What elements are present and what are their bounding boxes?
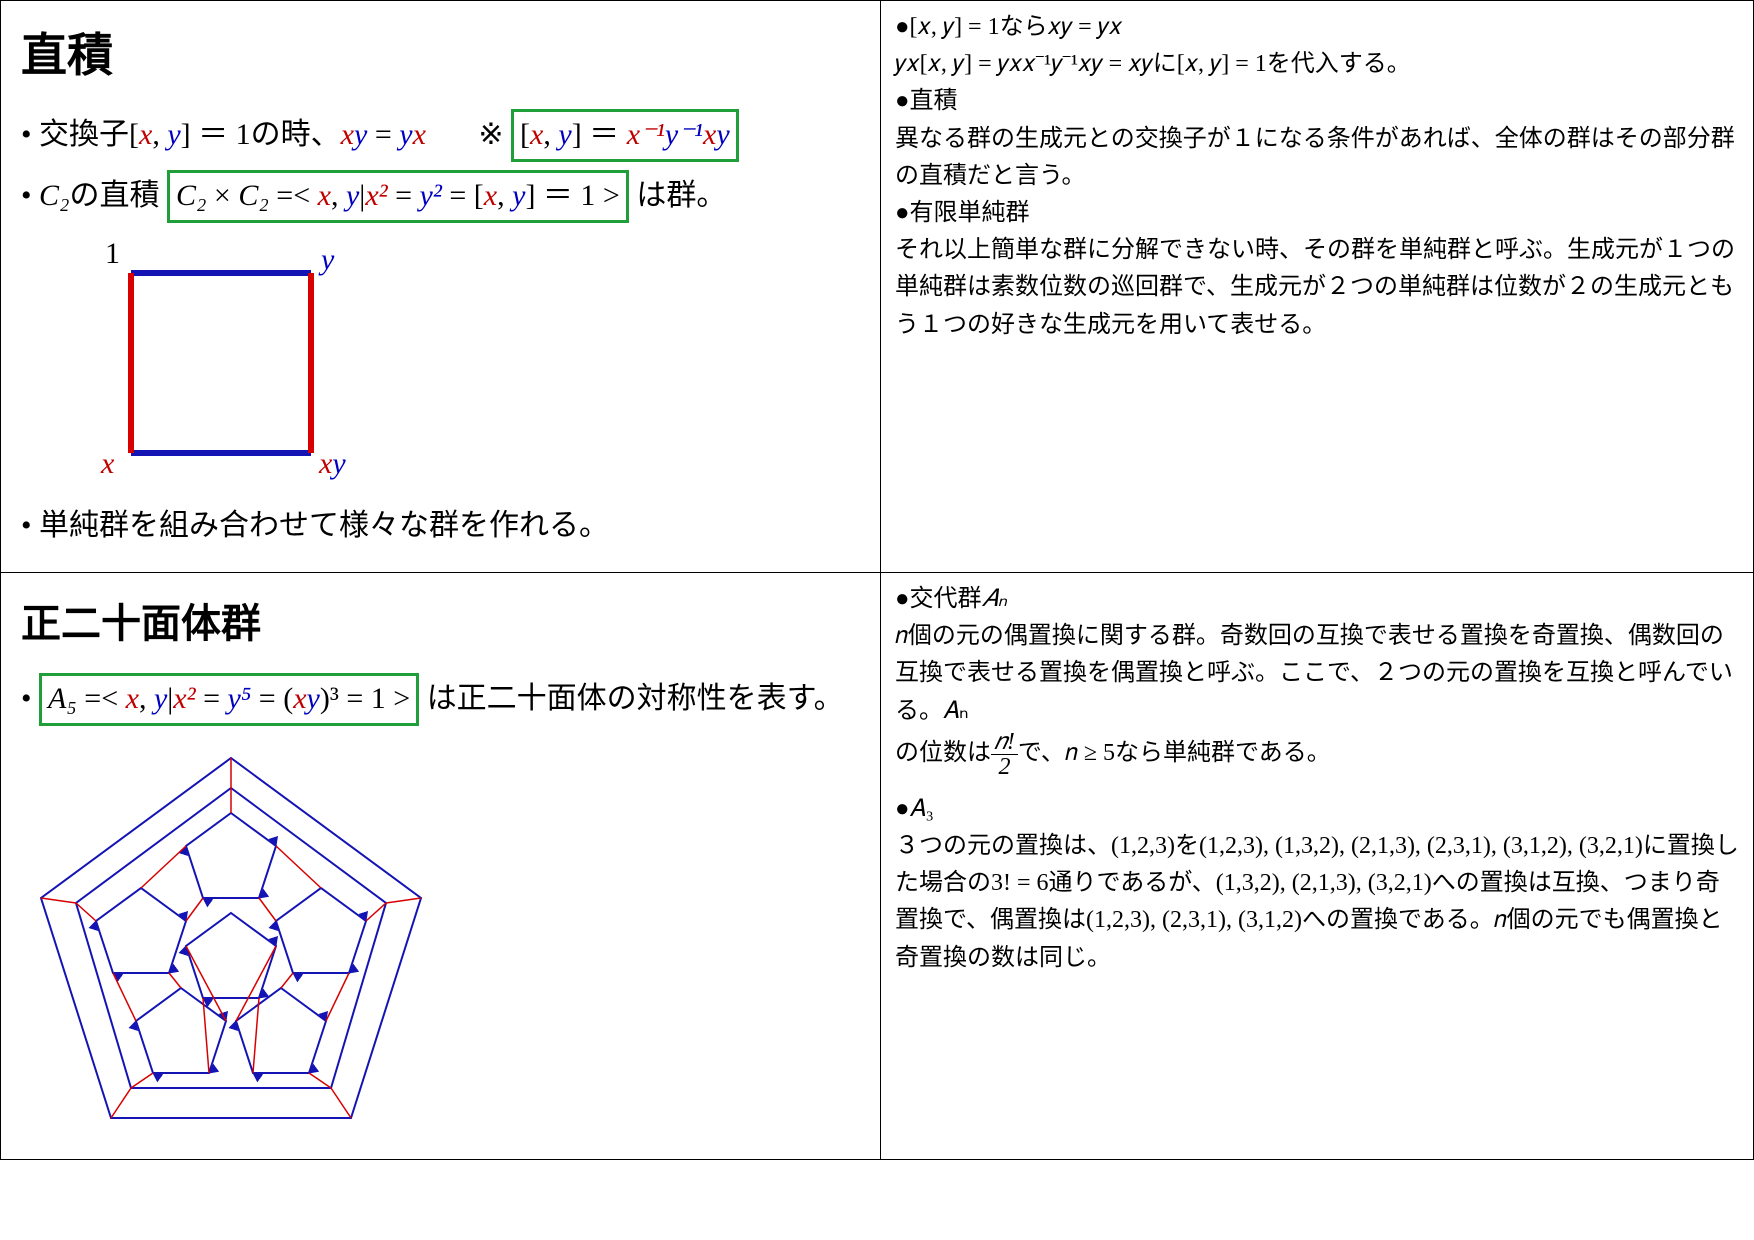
var-y: y — [558, 118, 571, 151]
text: , — [497, 179, 512, 212]
note-line: ３つの元の置換は、(1,2,3)を(1,2,3), (1,3,2), (2,1,… — [895, 828, 1739, 977]
note-line: それ以上簡単な群に分解できない時、その群を単純群と呼ぶ。生成元が１つの単純群は素… — [895, 232, 1739, 344]
var-y2: y² — [420, 179, 442, 212]
text: ] ＝ — [572, 118, 627, 151]
var-x: x — [139, 118, 152, 151]
text: ] ＝ 1の時、 — [181, 118, 341, 151]
var-y: y — [346, 179, 359, 212]
title-direct-product: 直積 — [21, 19, 860, 85]
row-direct-product: 直積 • 交換子[x, y] ＝ 1の時、xy = yx ※ [x, y] ＝ … — [1, 1, 1753, 573]
cell-direct-product-right: ●[𝑥, 𝑦] = 1なら𝑥𝑦 = 𝑦𝑥 𝑦𝑥[𝑥, 𝑦] = 𝑦𝑥𝑥⁻¹𝑦⁻¹… — [881, 1, 1753, 572]
cell-direct-product-left: 直積 • 交換子[x, y] ＝ 1の時、xy = yx ※ [x, y] ＝ … — [1, 1, 881, 572]
note-line: ●直積 — [895, 83, 1739, 120]
text: = — [196, 682, 228, 715]
note-line: ●有限単純群 — [895, 195, 1739, 232]
text: • — [21, 179, 39, 212]
fraction: 𝑛!2 — [991, 730, 1018, 779]
var-yinv: y⁻¹ — [665, 118, 703, 151]
cell-icosahedral-left: 正二十面体群 • A₅ =< x, y|x² = y⁵ = (xy)³ = 1 … — [1, 573, 881, 1159]
page: 直積 • 交換子[x, y] ＝ 1の時、xy = yx ※ [x, y] ＝ … — [0, 0, 1754, 1160]
text: = — [388, 179, 420, 212]
sq-label-x: x — [101, 447, 114, 481]
var-x: x — [293, 682, 306, 715]
text: = — [251, 682, 283, 715]
note-line: の位数は𝑛!2で、𝑛 ≥ 5なら単純群である。 — [895, 730, 1739, 779]
note-line: 𝑦𝑥[𝑥, 𝑦] = 𝑦𝑥𝑥⁻¹𝑦⁻¹𝑥𝑦 = 𝑥𝑦に[𝑥, 𝑦] = 1を代入… — [895, 46, 1739, 83]
text: , — [543, 118, 558, 151]
pentagon-svg — [21, 738, 441, 1138]
text: • — [21, 682, 39, 715]
row-icosahedral: 正二十面体群 • A₅ =< x, y|x² = y⁵ = (xy)³ = 1 … — [1, 573, 1753, 1159]
text: の直積 — [69, 179, 159, 212]
note-line: ●交代群𝐴ₙ — [895, 581, 1739, 618]
cell-icosahedral-right: ●交代群𝐴ₙ 𝑛個の元の偶置換に関する群。奇数回の互換で表せる置換を奇置換、偶数… — [881, 573, 1753, 1159]
bullet-a5: • A₅ =< x, y|x² = y⁵ = (xy)³ = 1 > は正二十面… — [21, 673, 860, 726]
a5: A₅ — [48, 682, 77, 715]
text: , — [331, 179, 346, 212]
var-x: x — [703, 118, 716, 151]
c2: C₂ — [238, 179, 268, 212]
bullet-simple-groups: • 単純群を組み合わせて様々な群を作れる。 — [21, 503, 860, 548]
pentagon-diagram — [21, 738, 860, 1143]
var-y: y — [307, 682, 320, 715]
var-y: y — [399, 118, 412, 151]
var-x: x — [413, 118, 426, 151]
sq-label-1: 1 — [105, 237, 120, 271]
text: は正二十面体の対称性を表す。 — [419, 682, 844, 715]
text: × — [206, 179, 238, 212]
text: ( — [283, 682, 293, 715]
var-x: x — [484, 179, 497, 212]
greenbox-c2xc2: C₂ × C₂ =< x, y|x² = y² = [x, y] ＝ 1 > — [167, 170, 629, 223]
text: • 交換子[ — [21, 118, 139, 151]
bullet-commutator: • 交換子[x, y] ＝ 1の時、xy = yx ※ [x, y] ＝ x⁻¹… — [21, 109, 860, 162]
text: , — [152, 118, 167, 151]
text: =< — [77, 682, 126, 715]
note-line: ●[𝑥, 𝑦] = 1なら𝑥𝑦 = 𝑦𝑥 — [895, 9, 1739, 46]
note-mark: ※ — [478, 118, 503, 151]
note-line: ●𝐴₃ — [895, 791, 1739, 828]
var-x: x — [530, 118, 543, 151]
c2: C₂ — [39, 179, 69, 212]
var-x: x — [318, 179, 331, 212]
var-y: y — [154, 682, 167, 715]
var-y: y — [354, 118, 367, 151]
var-xinv: x⁻¹ — [627, 118, 665, 151]
bullet-c2-product: • C₂の直積 C₂ × C₂ =< x, y|x² = y² = [x, y]… — [21, 170, 860, 223]
greenbox-a5: A₅ =< x, y|x² = y⁵ = (xy)³ = 1 > — [39, 673, 419, 726]
var-y: y — [167, 118, 180, 151]
greenbox-commutator-def: [x, y] ＝ x⁻¹y⁻¹xy — [511, 109, 739, 162]
text: =< — [269, 179, 318, 212]
var-x: x — [341, 118, 354, 151]
square-diagram: 1 y x xy — [71, 233, 371, 493]
text: ] ＝ 1 > — [525, 179, 619, 212]
text: [ — [520, 118, 530, 151]
note-line: 𝑛個の元の偶置換に関する群。奇数回の互換で表せる置換を奇置換、偶数回の互換で表せ… — [895, 618, 1739, 730]
note-line: 異なる群の生成元との交換子が１になる条件があれば、全体の群はその部分群の直積だと… — [895, 121, 1739, 195]
c2: C₂ — [176, 179, 206, 212]
text: は群。 — [636, 179, 726, 212]
text: )³ — [320, 682, 339, 715]
text: , — [139, 682, 154, 715]
spacer — [895, 779, 1739, 791]
var-y: y — [716, 118, 729, 151]
var-x: x — [126, 682, 139, 715]
sq-label-y: y — [321, 243, 334, 277]
var-x2: x² — [365, 179, 387, 212]
sq-label-xy: xy — [319, 447, 346, 481]
text: = [ — [442, 179, 484, 212]
title-icosahedral: 正二十面体群 — [21, 591, 860, 649]
text: = 1 > — [339, 682, 410, 715]
var-y5: y⁵ — [228, 682, 252, 715]
text: = — [367, 118, 399, 151]
var-x2: x² — [173, 682, 195, 715]
var-y: y — [512, 179, 525, 212]
